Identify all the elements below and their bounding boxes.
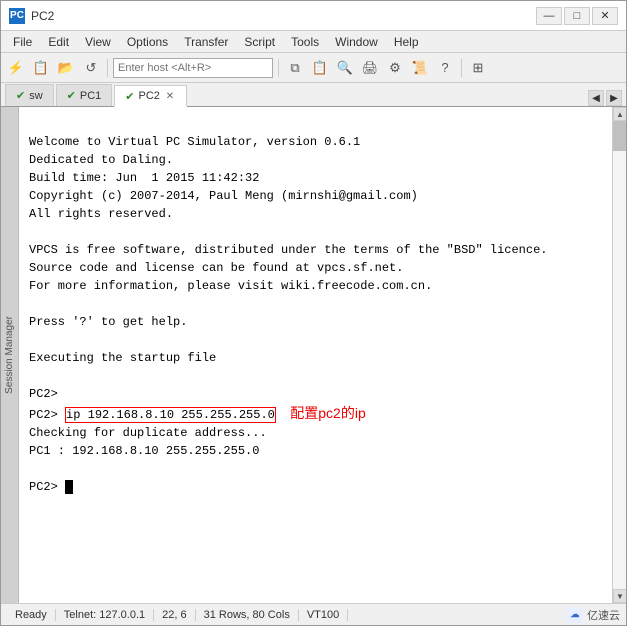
toolbar-extra-icon[interactable]: ⊞: [467, 57, 489, 79]
tab-pc2-label: PC2: [139, 90, 160, 102]
toolbar-help-icon[interactable]: ?: [434, 57, 456, 79]
menu-transfer[interactable]: Transfer: [176, 33, 236, 51]
scroll-down-button[interactable]: ▼: [613, 589, 626, 603]
close-button[interactable]: ✕: [592, 7, 618, 25]
main-area: Session Manager Welcome to Virtual PC Si…: [1, 107, 626, 603]
toolbar-separator-1: [107, 59, 108, 77]
status-telnet: Telnet: 127.0.0.1: [56, 609, 154, 621]
tabs-prev-button[interactable]: ◀: [588, 90, 604, 106]
maximize-button[interactable]: □: [564, 7, 590, 25]
menu-window[interactable]: Window: [327, 33, 386, 51]
toolbar-search-icon[interactable]: 🔍: [334, 57, 356, 79]
brand-name: 亿速云: [587, 607, 620, 623]
tabs-next-button[interactable]: ▶: [606, 90, 622, 106]
menu-tools[interactable]: Tools: [283, 33, 327, 51]
tabs-navigation: ◀ ▶: [588, 90, 622, 106]
tab-pc2[interactable]: ✔ PC2 ✕: [114, 85, 187, 107]
ip-command-highlight: ip 192.168.8.10 255.255.255.0: [65, 407, 276, 423]
menu-edit[interactable]: Edit: [40, 33, 77, 51]
status-encoding: VT100: [299, 609, 348, 621]
tab-sw-check-icon: ✔: [16, 89, 25, 102]
terminal-scrollbar: ▲ ▼: [612, 107, 626, 603]
toolbar: ⚡ 📋 📂 ↺ ⧉ 📋 🔍 🖨 ⚙ 📜 ? ⊞: [1, 53, 626, 83]
tab-pc2-check-icon: ✔: [125, 90, 134, 103]
terminal-cursor: [65, 480, 73, 494]
tab-pc1-check-icon: ✔: [67, 89, 76, 102]
window-title: PC2: [31, 9, 536, 23]
tab-pc2-close-icon[interactable]: ✕: [164, 90, 176, 102]
toolbar-separator-3: [461, 59, 462, 77]
brand-icon: ☁: [567, 607, 583, 623]
status-position: 22, 6: [154, 609, 195, 621]
tabs-bar: ✔ sw ✔ PC1 ✔ PC2 ✕ ◀ ▶: [1, 83, 626, 107]
window-controls: — □ ✕: [536, 7, 618, 25]
status-bar: Ready Telnet: 127.0.0.1 22, 6 31 Rows, 8…: [1, 603, 626, 625]
title-bar: PC PC2 — □ ✕: [1, 1, 626, 31]
toolbar-copy-icon[interactable]: ⧉: [284, 57, 306, 79]
status-ready: Ready: [7, 609, 56, 621]
toolbar-refresh-icon[interactable]: ↺: [80, 57, 102, 79]
scroll-up-button[interactable]: ▲: [613, 107, 626, 121]
brand-area: ☁ 亿速云: [567, 607, 620, 623]
main-window: PC PC2 — □ ✕ File Edit View Options Tran…: [0, 0, 627, 626]
toolbar-new-icon[interactable]: 📋: [30, 57, 52, 79]
ip-annotation: 配置pc2的ip: [290, 405, 365, 421]
menu-help[interactable]: Help: [386, 33, 427, 51]
menu-options[interactable]: Options: [119, 33, 176, 51]
host-input[interactable]: [113, 58, 273, 78]
scroll-track: [613, 121, 626, 589]
menu-view[interactable]: View: [77, 33, 119, 51]
menu-bar: File Edit View Options Transfer Script T…: [1, 31, 626, 53]
tab-sw[interactable]: ✔ sw: [5, 84, 54, 106]
tab-pc1-label: PC1: [80, 90, 101, 102]
tab-sw-label: sw: [29, 90, 42, 102]
session-manager-text: Session Manager: [4, 316, 15, 394]
status-dimensions: 31 Rows, 80 Cols: [196, 609, 299, 621]
terminal[interactable]: Welcome to Virtual PC Simulator, version…: [19, 107, 612, 603]
toolbar-script-icon[interactable]: 📜: [409, 57, 431, 79]
session-manager-label: Session Manager: [1, 107, 19, 603]
toolbar-print-icon[interactable]: 🖨: [359, 57, 381, 79]
scroll-thumb[interactable]: [613, 121, 626, 151]
toolbar-separator-2: [278, 59, 279, 77]
menu-script[interactable]: Script: [236, 33, 283, 51]
toolbar-lightning-icon[interactable]: ⚡: [5, 57, 27, 79]
minimize-button[interactable]: —: [536, 7, 562, 25]
terminal-content: Welcome to Virtual PC Simulator, version…: [29, 135, 547, 494]
tab-pc1[interactable]: ✔ PC1: [56, 84, 113, 106]
terminal-container: Welcome to Virtual PC Simulator, version…: [19, 107, 626, 603]
toolbar-settings-icon[interactable]: ⚙: [384, 57, 406, 79]
toolbar-open-icon[interactable]: 📂: [55, 57, 77, 79]
toolbar-paste-icon[interactable]: 📋: [309, 57, 331, 79]
app-icon: PC: [9, 8, 25, 24]
menu-file[interactable]: File: [5, 33, 40, 51]
